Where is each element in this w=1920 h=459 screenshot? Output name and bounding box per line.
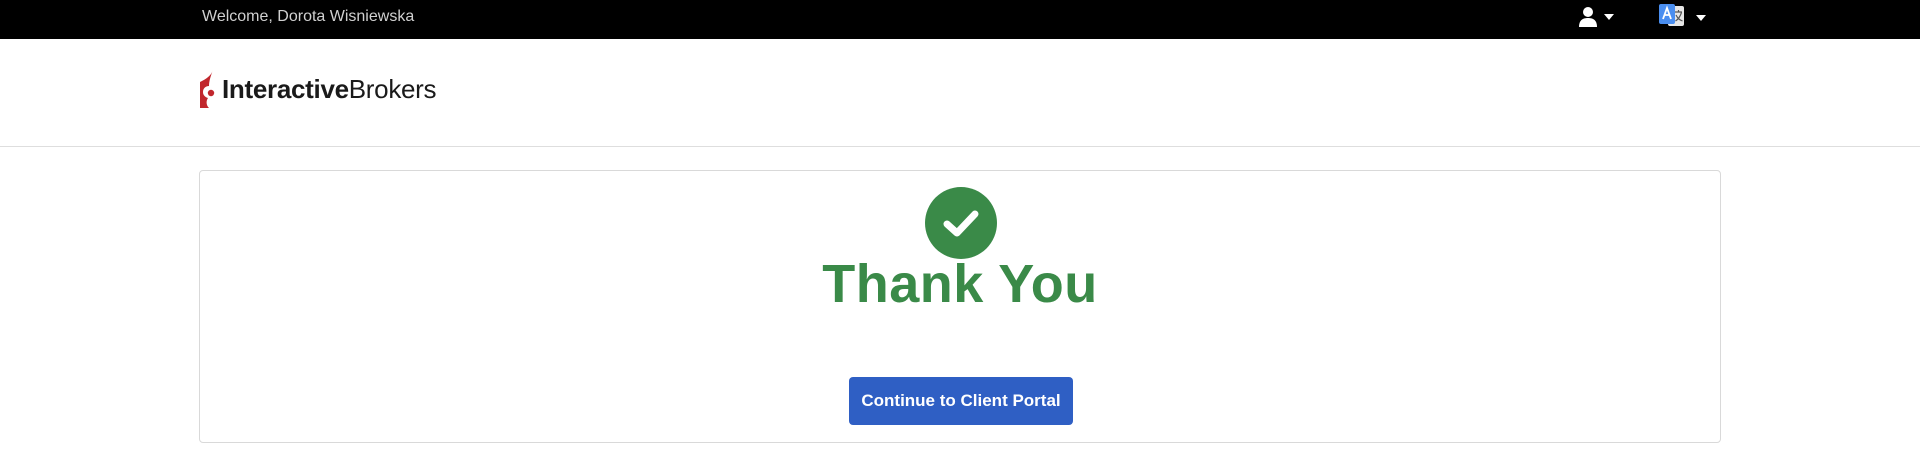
chevron-down-icon — [1604, 14, 1614, 20]
logo-wordmark-bold: Interactive — [222, 73, 349, 104]
translate-icon — [1659, 4, 1684, 26]
checkmark-icon — [943, 210, 979, 237]
language-menu-dropdown[interactable] — [1658, 3, 1706, 31]
check-circle-icon — [925, 187, 997, 259]
user-icon — [1579, 7, 1597, 27]
logo-mark-icon — [200, 70, 215, 108]
top-bar: Welcome, Dorota Wisniewska — [0, 0, 1920, 39]
chevron-down-icon — [1696, 15, 1706, 21]
welcome-message: Welcome, Dorota Wisniewska — [202, 8, 415, 25]
interactive-brokers-logo[interactable]: InteractiveBrokers — [198, 69, 437, 109]
continue-to-client-portal-button[interactable]: Continue to Client Portal — [849, 377, 1073, 425]
user-menu-dropdown[interactable] — [1578, 4, 1618, 30]
confirmation-card: Thank You Continue to Client Portal — [199, 170, 1721, 443]
page-title: Thank You — [822, 254, 1098, 314]
site-header: InteractiveBrokers — [0, 39, 1920, 147]
logo-wordmark-regular: Brokers — [348, 73, 437, 104]
logo-wordmark: InteractiveBrokers — [222, 73, 437, 105]
